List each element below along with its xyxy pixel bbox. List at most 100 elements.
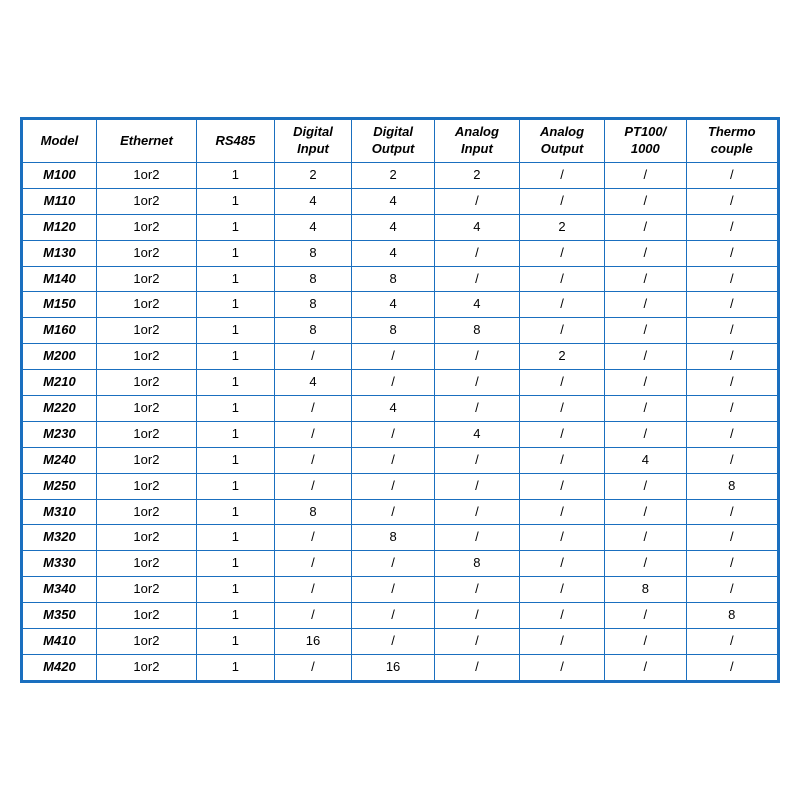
model-cell: M350 [23,603,97,629]
data-cell: 4 [274,214,352,240]
data-cell: 4 [352,292,435,318]
data-cell: / [686,629,777,655]
data-cell: / [605,396,686,422]
data-cell: 1 [197,421,275,447]
model-cell: M410 [23,629,97,655]
table-row: M3501or21/////8 [23,603,778,629]
data-cell: 4 [352,214,435,240]
data-cell: / [434,629,519,655]
model-cell: M120 [23,214,97,240]
data-cell: 1 [197,577,275,603]
data-cell: 4 [274,188,352,214]
model-cell: M140 [23,266,97,292]
data-cell: / [352,447,435,473]
data-cell: / [352,370,435,396]
data-cell: / [605,214,686,240]
table-row: M1401or2188//// [23,266,778,292]
data-cell: / [434,603,519,629]
data-cell: 1or2 [96,370,196,396]
model-cell: M310 [23,499,97,525]
data-cell: 8 [352,318,435,344]
col-header-model: Model [23,120,97,163]
data-cell: 8 [274,266,352,292]
col-header-ethernet: Ethernet [96,120,196,163]
table-row: M2401or21////4/ [23,447,778,473]
table-row: M3401or21////8/ [23,577,778,603]
data-cell: 1or2 [96,344,196,370]
data-cell: 1 [197,240,275,266]
model-cell: M230 [23,421,97,447]
data-cell: 16 [274,629,352,655]
data-cell: 8 [686,473,777,499]
data-cell: / [605,370,686,396]
data-cell: / [686,396,777,422]
data-cell: / [605,499,686,525]
data-cell: 8 [434,551,519,577]
data-cell: 1 [197,344,275,370]
data-cell: / [434,654,519,680]
data-cell: / [605,292,686,318]
data-cell: 8 [274,318,352,344]
table-row: M2201or21/4//// [23,396,778,422]
table-row: M4101or2116///// [23,629,778,655]
data-cell: 1or2 [96,421,196,447]
data-cell: / [519,447,604,473]
data-cell: 4 [274,370,352,396]
data-cell: 1or2 [96,654,196,680]
data-cell: / [519,162,604,188]
data-cell: / [434,240,519,266]
model-cell: M330 [23,551,97,577]
data-cell: / [274,421,352,447]
data-cell: / [686,654,777,680]
data-cell: / [519,370,604,396]
data-cell: 1or2 [96,603,196,629]
data-cell: 1or2 [96,214,196,240]
data-cell: / [274,525,352,551]
data-cell: 1or2 [96,473,196,499]
table-row: M2501or21/////8 [23,473,778,499]
col-header-pt100: PT100/1000 [605,120,686,163]
data-cell: 1 [197,370,275,396]
data-cell: / [605,654,686,680]
data-cell: / [686,344,777,370]
data-cell: / [686,240,777,266]
data-cell: 1 [197,447,275,473]
data-cell: / [519,266,604,292]
data-cell: 1 [197,629,275,655]
data-cell: / [605,240,686,266]
data-cell: / [274,447,352,473]
col-header-rs485: RS485 [197,120,275,163]
data-cell: / [519,473,604,499]
data-cell: / [605,421,686,447]
model-cell: M160 [23,318,97,344]
data-cell: 1or2 [96,396,196,422]
col-header-digital-input: DigitalInput [274,120,352,163]
data-cell: / [519,551,604,577]
data-cell: / [519,525,604,551]
data-cell: 8 [274,499,352,525]
data-cell: / [686,370,777,396]
col-header-digital-output: DigitalOutput [352,120,435,163]
data-cell: 1or2 [96,447,196,473]
data-cell: 1or2 [96,266,196,292]
data-cell: 8 [274,240,352,266]
data-cell: / [686,318,777,344]
data-cell: / [519,240,604,266]
col-header-analog-input: AnalogInput [434,120,519,163]
data-cell: 1or2 [96,188,196,214]
table-row: M3301or21//8/// [23,551,778,577]
data-cell: 1or2 [96,629,196,655]
data-cell: / [519,499,604,525]
data-cell: / [352,603,435,629]
table-row: M3201or21/8//// [23,525,778,551]
data-cell: 1 [197,499,275,525]
data-cell: 1or2 [96,577,196,603]
data-cell: 1 [197,525,275,551]
data-cell: / [605,318,686,344]
data-cell: / [434,525,519,551]
data-cell: 1or2 [96,318,196,344]
table-row: M1101or2144//// [23,188,778,214]
table-row: M2301or21//4/// [23,421,778,447]
data-cell: / [686,525,777,551]
data-cell: / [686,266,777,292]
